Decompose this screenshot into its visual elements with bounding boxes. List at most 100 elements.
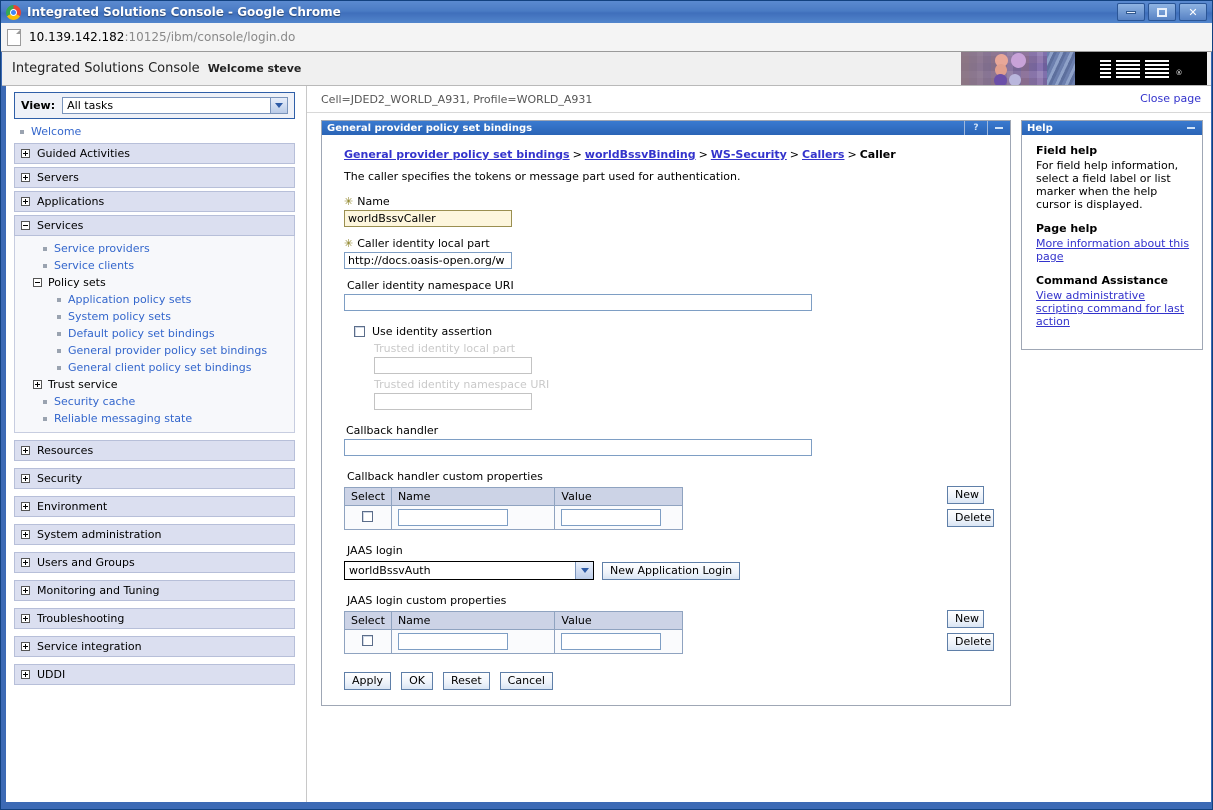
maximize-button[interactable] [1148, 3, 1176, 21]
callback-handler-input[interactable] [344, 439, 812, 456]
jaas-delete-button[interactable]: Delete [947, 633, 994, 651]
reset-button[interactable]: Reset [442, 672, 490, 690]
sidebar-item-system-policy-sets[interactable]: System policy sets [15, 308, 294, 325]
cancel-button[interactable]: Cancel [499, 672, 553, 690]
command-assistance-link[interactable]: View administrative scripting command fo… [1036, 289, 1192, 328]
sidebar-node-policy-sets[interactable]: Policy sets [15, 274, 294, 291]
breadcrumb-item-4[interactable]: Callers [802, 148, 844, 161]
expand-plus-icon[interactable] [21, 586, 30, 595]
sidebar-group-service-integration[interactable]: Service integration [14, 636, 295, 657]
question-mark-icon: ? [973, 123, 979, 133]
portlet-help-button[interactable]: ? [964, 121, 987, 135]
breadcrumb-item-3[interactable]: WS-Security [711, 148, 787, 161]
sidebar-item-service-providers[interactable]: Service providers [15, 240, 294, 257]
sidebar-item-label[interactable]: General provider policy set bindings [68, 344, 267, 357]
trusted-identity-local-part-input [374, 357, 532, 374]
sidebar-group-uddi[interactable]: UDDI [14, 664, 295, 685]
sidebar-group-monitoring-and-tuning[interactable]: Monitoring and Tuning [14, 580, 295, 601]
jaas-login-selected-value: worldBssvAuth [349, 564, 431, 577]
expand-plus-icon[interactable] [21, 197, 30, 206]
breadcrumb-item-1[interactable]: General provider policy set bindings [344, 148, 570, 161]
sidebar-item-service-clients[interactable]: Service clients [15, 257, 294, 274]
close-page-link[interactable]: Close page [1140, 92, 1201, 105]
jaas-login-select[interactable]: worldBssvAuth [344, 561, 594, 580]
use-identity-assertion-checkbox[interactable] [354, 326, 365, 337]
close-button[interactable]: ✕ [1179, 3, 1207, 21]
sidebar-group-environment[interactable]: Environment [14, 496, 295, 517]
property-value-input[interactable] [561, 633, 662, 650]
url-host: 10.139.142.182 [29, 30, 125, 44]
bullet-icon [43, 416, 47, 421]
row-select-checkbox[interactable] [362, 510, 374, 522]
expand-plus-icon[interactable] [33, 380, 42, 389]
new-application-login-button[interactable]: New Application Login [602, 561, 741, 580]
breadcrumb-item-2[interactable]: worldBssvBinding [585, 148, 696, 161]
sidebar-item-general-provider-policy-set-bindings[interactable]: General provider policy set bindings [15, 342, 294, 359]
expand-plus-icon[interactable] [21, 614, 30, 623]
caller-identity-namespace-uri-input[interactable] [344, 294, 812, 311]
sidebar-item-label[interactable]: Application policy sets [68, 293, 191, 306]
console-banner: Integrated Solutions Console Welcome ste… [2, 52, 1211, 86]
expand-plus-icon[interactable] [21, 474, 30, 483]
collapse-minus-icon[interactable] [21, 221, 30, 230]
sidebar-node-trust-service[interactable]: Trust service [15, 376, 294, 393]
view-select[interactable]: All tasks [62, 97, 288, 114]
property-name-input[interactable] [397, 509, 508, 526]
row-select-checkbox[interactable] [362, 634, 374, 646]
sidebar-item-label[interactable]: Reliable messaging state [54, 412, 192, 425]
sidebar-group-security[interactable]: Security [14, 468, 295, 489]
property-value-input[interactable] [561, 509, 662, 526]
ok-button[interactable]: OK [401, 672, 433, 690]
sidebar-item-security-cache[interactable]: Security cache [15, 393, 294, 410]
table-header-row: Select Name Value [344, 611, 683, 630]
expand-plus-icon[interactable] [21, 558, 30, 567]
apply-button[interactable]: Apply [344, 672, 392, 690]
sidebar-group-servers[interactable]: Servers [14, 167, 295, 188]
sidebar-item-default-policy-set-bindings[interactable]: Default policy set bindings [15, 325, 294, 342]
field-label-text: Name [357, 195, 390, 208]
name-input[interactable] [344, 210, 512, 227]
sidebar-item-label[interactable]: Security cache [54, 395, 135, 408]
sidebar-item-label[interactable]: Welcome [31, 125, 81, 138]
help-panel-title: Help [1027, 122, 1053, 134]
portlet-minimize-button[interactable] [987, 121, 1010, 135]
sidebar-group-users-and-groups[interactable]: Users and Groups [14, 552, 295, 573]
address-bar-url[interactable]: 10.139.142.182:10125/ibm/console/login.d… [29, 30, 295, 44]
help-minimize-button[interactable] [1180, 121, 1202, 135]
sidebar-group-services[interactable]: Services [14, 215, 295, 236]
page-help-link[interactable]: More information about this page [1036, 237, 1192, 263]
jaas-new-button[interactable]: New [947, 610, 984, 628]
sidebar-item-general-client-policy-set-bindings[interactable]: General client policy set bindings [15, 359, 294, 376]
sidebar-item-label[interactable]: General client policy set bindings [68, 361, 251, 374]
expand-plus-icon[interactable] [21, 502, 30, 511]
callback-delete-button[interactable]: Delete [947, 509, 994, 527]
expand-plus-icon[interactable] [21, 642, 30, 651]
expand-plus-icon[interactable] [21, 670, 30, 679]
expand-plus-icon[interactable] [21, 173, 30, 182]
callback-new-button[interactable]: New [947, 486, 984, 504]
property-name-input[interactable] [397, 633, 508, 650]
sidebar-item-welcome[interactable]: Welcome [2, 123, 306, 140]
sidebar-item-reliable-messaging-state[interactable]: Reliable messaging state [15, 410, 294, 427]
expand-plus-icon[interactable] [21, 446, 30, 455]
browser-address-bar[interactable]: 10.139.142.182:10125/ibm/console/login.d… [1, 23, 1212, 52]
minimize-button[interactable] [1117, 3, 1145, 21]
sidebar-item-label[interactable]: Default policy set bindings [68, 327, 215, 340]
breadcrumb: General provider policy set bindings > wor… [344, 148, 994, 161]
sidebar-group-system-administration[interactable]: System administration [14, 524, 295, 545]
sidebar-group-applications[interactable]: Applications [14, 191, 295, 212]
use-identity-assertion-row[interactable]: Use identity assertion [354, 325, 994, 338]
sidebar-item-application-policy-sets[interactable]: Application policy sets [15, 291, 294, 308]
sidebar-group-troubleshooting[interactable]: Troubleshooting [14, 608, 295, 629]
sidebar-group-guided-activities[interactable]: Guided Activities [14, 143, 295, 164]
caller-identity-local-part-input[interactable] [344, 252, 512, 269]
sidebar-group-resources[interactable]: Resources [14, 440, 295, 461]
breadcrumb-separator: > [847, 148, 857, 161]
expand-plus-icon[interactable] [21, 530, 30, 539]
sidebar-item-label[interactable]: Service clients [54, 259, 134, 272]
sidebar-item-label[interactable]: System policy sets [68, 310, 171, 323]
expand-plus-icon[interactable] [21, 149, 30, 158]
collapse-minus-icon[interactable] [33, 278, 42, 287]
sidebar-item-label[interactable]: Service providers [54, 242, 150, 255]
field-caller-identity-local-part-label: ✳ Caller identity local part [344, 237, 994, 250]
